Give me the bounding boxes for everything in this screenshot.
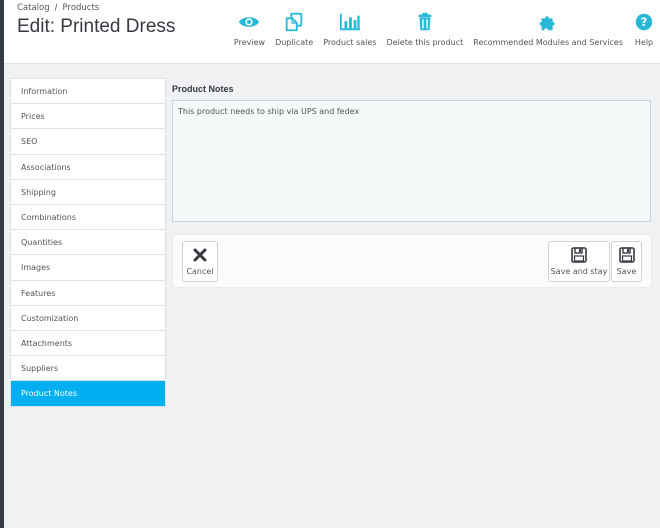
product-notes-textarea[interactable]: This product needs to ship via UPS and f…	[172, 100, 651, 222]
sidebar-item-seo[interactable]: SEO	[11, 129, 165, 155]
breadcrumb-products-link[interactable]: Products	[63, 3, 100, 13]
svg-text:?: ?	[641, 15, 648, 29]
sidebar-item-information[interactable]: Information	[11, 79, 165, 105]
copy-icon	[285, 12, 303, 32]
toolbar: Preview Duplicate Product sales Delete t…	[229, 12, 660, 47]
floppy-disk-icon	[618, 247, 635, 263]
puzzle-icon	[539, 16, 555, 31]
product-tabs-sidebar: Information Prices SEO Associations Ship…	[10, 78, 166, 408]
sidebar-item-associations[interactable]: Associations	[11, 155, 165, 180]
sidebar-item-product-notes[interactable]: Product Notes	[11, 381, 165, 407]
save-and-stay-button[interactable]: Save and stay	[548, 241, 610, 282]
save-button[interactable]: Save	[611, 241, 642, 282]
close-icon	[193, 248, 207, 262]
breadcrumb-catalog-link[interactable]: Catalog	[17, 3, 50, 13]
sidebar-item-combinations[interactable]: Combinations	[11, 205, 165, 231]
sidebar-item-attachments[interactable]: Attachments	[11, 331, 165, 357]
left-edge-bar	[0, 0, 4, 528]
sidebar-item-prices[interactable]: Prices	[11, 104, 165, 130]
sidebar-item-quantities[interactable]: Quantities	[11, 230, 165, 256]
cancel-label: Cancel	[186, 267, 214, 276]
save-label: Save	[616, 267, 637, 276]
recommended-modules-label: Recommended Modules and Services	[473, 38, 623, 47]
product-sales-label: Product sales	[323, 38, 377, 47]
page-header: Catalog / Products Edit: Printed Dress P…	[4, 0, 660, 64]
preview-label: Preview	[233, 38, 266, 47]
trash-icon	[418, 12, 432, 31]
help-icon: ?	[635, 13, 653, 31]
sidebar-item-features[interactable]: Features	[11, 281, 165, 306]
save-and-stay-label: Save and stay	[550, 267, 608, 276]
bar-chart-icon	[339, 13, 360, 31]
sidebar-item-shipping[interactable]: Shipping	[11, 180, 165, 205]
product-notes-panel: Product Notes This product needs to ship…	[172, 84, 652, 226]
floppy-disk-icon	[571, 247, 587, 263]
preview-button[interactable]: Preview	[229, 12, 270, 47]
section-title: Product Notes	[172, 84, 234, 94]
cancel-button[interactable]: Cancel	[182, 241, 218, 282]
delete-product-button[interactable]: Delete this product	[382, 12, 469, 47]
sidebar-item-images[interactable]: Images	[11, 255, 165, 281]
help-button[interactable]: ? Help	[628, 12, 660, 47]
recommended-modules-button[interactable]: Recommended Modules and Services	[468, 12, 628, 47]
help-label: Help	[634, 38, 654, 47]
eye-icon	[239, 17, 260, 27]
delete-product-label: Delete this product	[386, 38, 464, 47]
duplicate-label: Duplicate	[275, 38, 314, 47]
form-footer: Cancel Save and stay Save	[172, 234, 652, 288]
duplicate-button[interactable]: Duplicate	[270, 12, 318, 47]
product-sales-button[interactable]: Product sales	[318, 12, 381, 47]
breadcrumb: Catalog / Products	[17, 3, 99, 13]
sidebar-item-suppliers[interactable]: Suppliers	[11, 356, 165, 382]
sidebar-item-customization[interactable]: Customization	[11, 306, 165, 331]
page-title: Edit: Printed Dress	[17, 16, 176, 37]
breadcrumb-separator: /	[54, 3, 58, 13]
